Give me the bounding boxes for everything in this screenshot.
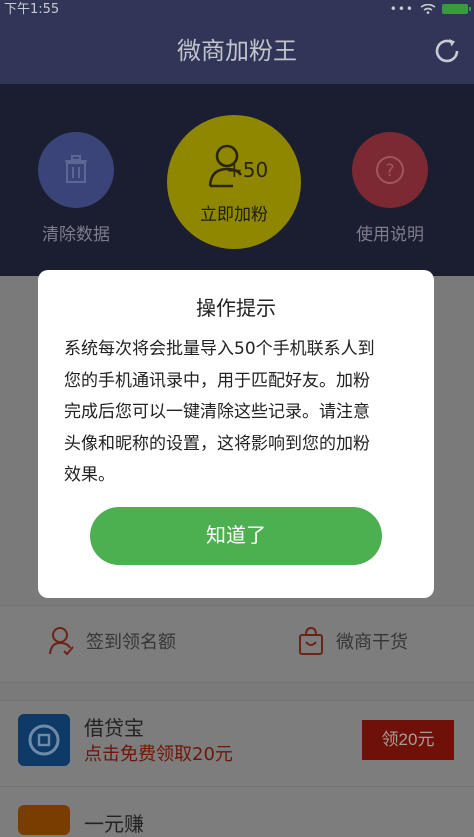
title-bar: 微商加粉王 <box>0 18 474 84</box>
goods-entry[interactable]: 微商干货 <box>298 626 408 656</box>
dialog-line: 效果。 <box>64 465 115 485</box>
add-fans-button[interactable] <box>167 115 301 249</box>
signin-user-icon <box>49 627 74 656</box>
promo-title: 一元赚 <box>84 812 144 836</box>
dialog-title: 操作提示 <box>196 296 276 320</box>
signal-dots-icon: ••• <box>389 2 414 16</box>
signin-entry[interactable]: 签到领名额 <box>48 626 176 656</box>
goods-label: 微商干货 <box>336 632 408 653</box>
dialog-line: 您的手机通讯录中，用于匹配好友。加粉 <box>64 370 370 391</box>
help-button[interactable]: ? <box>352 132 428 208</box>
clear-data-label: 清除数据 <box>42 225 110 245</box>
claim-reward-button[interactable]: 领20元 <box>362 720 454 760</box>
dialog-message: 系统每次将会批量导入50个手机联系人到 您的手机通讯录中，用于匹配好友。加粉 完… <box>64 334 414 492</box>
app-title: 微商加粉王 <box>177 37 297 65</box>
svg-text:?: ? <box>385 161 394 181</box>
refresh-icon[interactable] <box>432 36 462 66</box>
help-label: 使用说明 <box>356 225 424 245</box>
coin-icon <box>28 724 60 756</box>
trash-icon <box>65 155 87 183</box>
signin-label: 签到领名额 <box>86 632 176 653</box>
jiedaibao-logo-icon <box>18 714 70 766</box>
battery-icon <box>442 4 471 14</box>
add-fans-label: 立即加粉 <box>200 205 268 225</box>
add-count-badge: +50 <box>226 158 269 182</box>
promo-item[interactable] <box>0 786 474 827</box>
dialog-line: 系统每次将会批量导入50个手机联系人到 <box>64 339 375 359</box>
promo-title: 借贷宝 <box>84 716 144 740</box>
status-bar: 下午1:55 ••• <box>0 0 474 18</box>
shopping-bag-icon <box>299 626 323 655</box>
yiyuanzhuan-logo-icon <box>18 805 70 835</box>
promo-subtitle: 点击免费领取20元 <box>84 744 233 765</box>
clear-data-button[interactable] <box>38 132 114 208</box>
feature-row: 签到领名额 微商干货 <box>0 605 474 683</box>
dialog-line: 完成后您可以一键清除这些记录。请注意 <box>64 402 370 422</box>
status-icons: ••• <box>389 0 471 18</box>
wifi-icon <box>420 4 436 14</box>
dialog-line: 头像和昵称的设置，这将影响到您的加粉 <box>64 433 370 454</box>
tip-dialog: 操作提示 系统每次将会批量导入50个手机联系人到 您的手机通讯录中，用于匹配好友… <box>38 270 434 598</box>
question-icon: ? <box>376 156 404 184</box>
status-time: 下午1:55 <box>4 2 60 17</box>
got-it-button[interactable]: 知道了 <box>90 507 382 565</box>
